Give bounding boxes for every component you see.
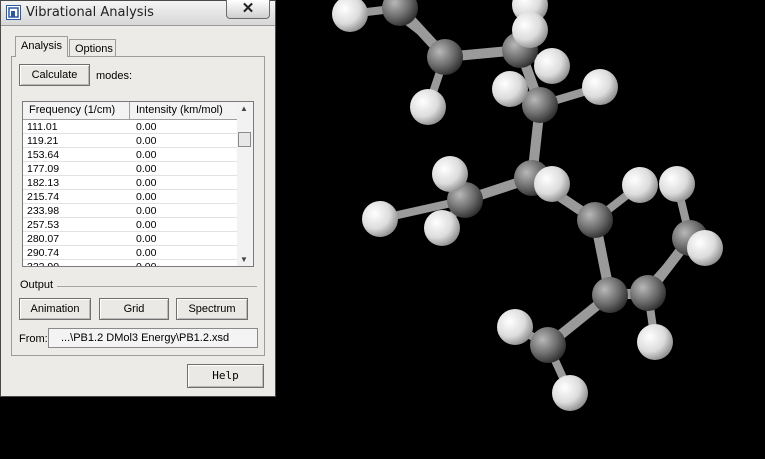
- help-button[interactable]: Help: [187, 364, 264, 388]
- frequency-cell: 215.74: [27, 191, 60, 203]
- table-row[interactable]: 182.13 0.00: [23, 176, 237, 190]
- intensity-cell: 0.00: [136, 247, 157, 259]
- table-row[interactable]: 280.07 0.00: [23, 232, 237, 246]
- column-header-intensity[interactable]: Intensity (km/mol): [136, 104, 223, 116]
- frequency-cell: 119.21: [27, 135, 59, 147]
- intensity-cell: 0.00: [136, 261, 157, 267]
- close-icon[interactable]: ✕: [226, 0, 270, 19]
- scroll-up-icon[interactable]: ▲: [240, 104, 248, 113]
- intensity-cell: 0.00: [136, 219, 157, 231]
- hydrogen-atom[interactable]: [497, 309, 533, 345]
- frequency-cell: 233.98: [27, 205, 60, 217]
- intensity-cell: 0.00: [136, 233, 157, 245]
- hydrogen-atom[interactable]: [410, 89, 446, 125]
- grid-button[interactable]: Grid: [99, 298, 169, 320]
- tab-options[interactable]: Options: [69, 39, 116, 57]
- intensity-cell: 0.00: [136, 163, 157, 175]
- from-label: From:: [19, 333, 48, 345]
- scroll-thumb[interactable]: [238, 132, 251, 147]
- intensity-cell: 0.00: [136, 205, 157, 217]
- hydrogen-atom[interactable]: [424, 210, 460, 246]
- list-rows: 111.01 0.00 119.21 0.00 153.64 0.00 177.09 0.00…: [23, 120, 237, 267]
- table-row[interactable]: 119.21 0.00: [23, 134, 237, 148]
- carbon-atom[interactable]: [630, 275, 666, 311]
- carbon-atom[interactable]: [427, 39, 463, 75]
- tab-analysis[interactable]: Analysis: [15, 36, 68, 57]
- frequency-cell: 322.90: [27, 261, 60, 267]
- hydrogen-atom[interactable]: [534, 166, 570, 202]
- hydrogen-atom[interactable]: [622, 167, 658, 203]
- calculate-button[interactable]: Calculate: [19, 64, 90, 86]
- vibrational-analysis-dialog: Vibrational Analysis ✕ Analysis Options …: [0, 0, 276, 397]
- hydrogen-atom[interactable]: [552, 375, 588, 411]
- modes-list[interactable]: Frequency (1/cm) Intensity (km/mol) 111.…: [22, 101, 254, 267]
- column-divider[interactable]: [129, 102, 130, 119]
- list-header: Frequency (1/cm) Intensity (km/mol): [23, 102, 237, 120]
- intensity-cell: 0.00: [136, 149, 157, 161]
- frequency-cell: 153.64: [27, 149, 60, 161]
- table-row[interactable]: 290.74 0.00: [23, 246, 237, 260]
- window-title: Vibrational Analysis: [26, 5, 154, 20]
- hydrogen-atom[interactable]: [534, 48, 570, 84]
- animation-button[interactable]: Animation: [19, 298, 91, 320]
- table-row[interactable]: 215.74 0.00: [23, 190, 237, 204]
- table-row[interactable]: 153.64 0.00: [23, 148, 237, 162]
- hydrogen-atom[interactable]: [332, 0, 368, 32]
- table-row[interactable]: 111.01 0.00: [23, 120, 237, 134]
- hydrogen-atom[interactable]: [687, 230, 723, 266]
- table-row[interactable]: 322.90 0.00: [23, 260, 237, 267]
- intensity-cell: 0.00: [136, 191, 157, 203]
- source-file-field[interactable]: ...\PB1.2 DMol3 Energy\PB1.2.xsd: [48, 328, 258, 348]
- frequency-cell: 290.74: [27, 247, 60, 259]
- carbon-atom[interactable]: [577, 202, 613, 238]
- hydrogen-atom[interactable]: [432, 156, 468, 192]
- title-bar[interactable]: Vibrational Analysis ✕: [1, 0, 275, 26]
- app-icon: [6, 5, 21, 20]
- frequency-cell: 177.09: [27, 163, 60, 175]
- atoms-layer: [332, 0, 723, 411]
- intensity-cell: 0.00: [136, 121, 157, 133]
- column-header-frequency[interactable]: Frequency (1/cm): [29, 104, 115, 116]
- table-row[interactable]: 233.98 0.00: [23, 204, 237, 218]
- output-group-label: Output: [20, 279, 54, 291]
- hydrogen-atom[interactable]: [362, 201, 398, 237]
- hydrogen-atom[interactable]: [659, 166, 695, 202]
- frequency-cell: 111.01: [27, 121, 58, 133]
- intensity-cell: 0.00: [136, 135, 157, 147]
- intensity-cell: 0.00: [136, 177, 157, 189]
- frequency-cell: 280.07: [27, 233, 60, 245]
- frequency-cell: 257.53: [27, 219, 60, 231]
- spectrum-button[interactable]: Spectrum: [176, 298, 248, 320]
- list-scrollbar[interactable]: ▲ ▼: [237, 102, 253, 266]
- hydrogen-atom[interactable]: [492, 71, 528, 107]
- output-group-divider: [57, 286, 257, 287]
- carbon-atom[interactable]: [530, 327, 566, 363]
- frequency-cell: 182.13: [27, 177, 60, 189]
- hydrogen-atom[interactable]: [637, 324, 673, 360]
- table-row[interactable]: 177.09 0.00: [23, 162, 237, 176]
- scroll-down-icon[interactable]: ▼: [240, 255, 248, 264]
- carbon-atom[interactable]: [592, 277, 628, 313]
- hydrogen-atom[interactable]: [512, 12, 548, 48]
- table-row[interactable]: 257.53 0.00: [23, 218, 237, 232]
- hydrogen-atom[interactable]: [582, 69, 618, 105]
- modes-label: modes:: [96, 70, 133, 82]
